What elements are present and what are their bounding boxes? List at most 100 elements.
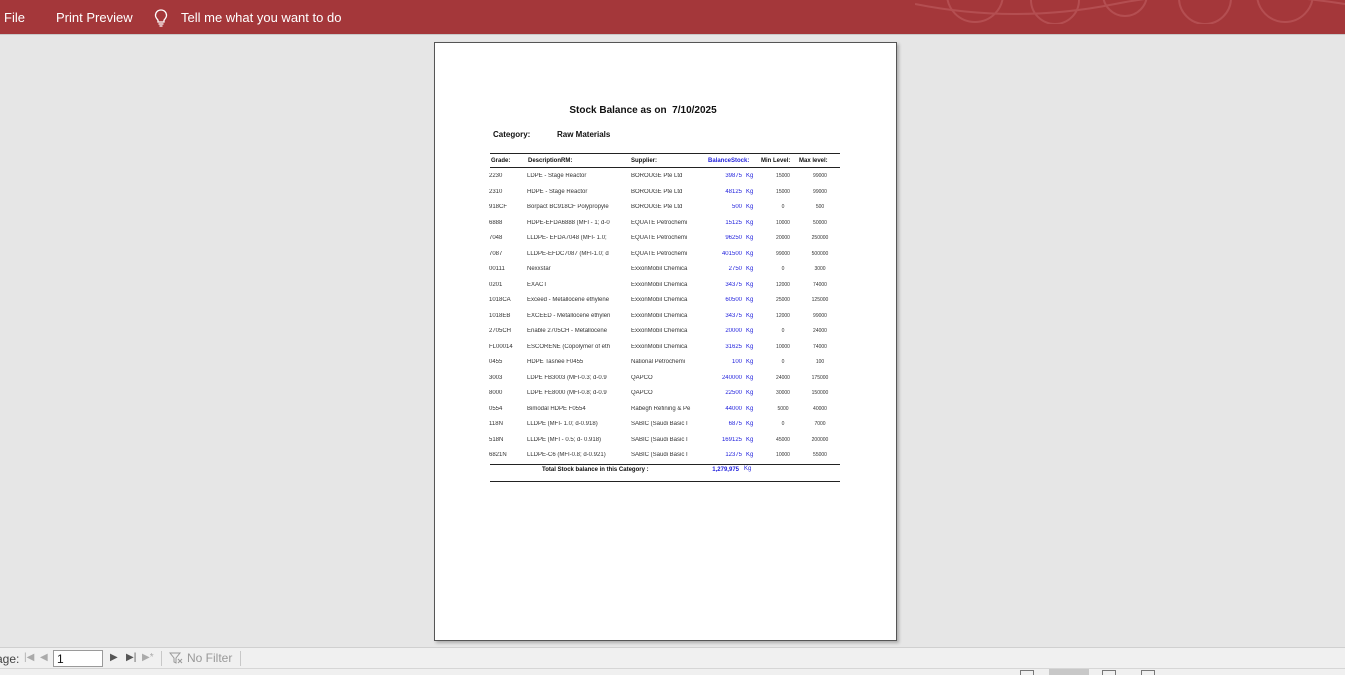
total-bottom-rule <box>490 481 840 482</box>
cell-supplier: BOROUGE Pte Ltd <box>631 188 683 195</box>
cell-balance: 22500 <box>725 390 742 396</box>
cell-min: 25000 <box>776 297 790 303</box>
cell-supplier: BOROUGE Pte Ltd <box>631 173 683 179</box>
cell-description: LLDPE-C6 (MFI-0.8; d-0.921) <box>527 452 606 458</box>
cell-unit: Kg <box>746 250 754 257</box>
cell-max: 55000 <box>813 452 827 458</box>
cell-unit: Kg <box>746 297 754 303</box>
table-row: 1018EB EXCEED - Metallocene ethylen ExxonM… <box>435 311 898 326</box>
cell-min: 99000 <box>776 250 790 257</box>
cell-unit: Kg <box>746 328 754 334</box>
layout-view-icon[interactable] <box>1049 669 1089 675</box>
cell-max: 3000 <box>814 266 826 272</box>
cell-min: 45000 <box>776 436 790 443</box>
cell-max: 250000 <box>811 235 829 241</box>
tell-me-search[interactable]: Tell me what you want to do <box>181 0 341 34</box>
cell-balance: 15125 <box>725 219 742 226</box>
table-row: 00111 Nexxstar ExxonMobil Chemica 2750 Kg 0 30… <box>435 264 898 279</box>
previous-page-icon[interactable]: ◀ <box>40 652 48 663</box>
cell-supplier: ExxonMobil Chemica <box>631 328 688 334</box>
cell-grade: 7048 <box>489 235 503 241</box>
cell-grade: 7087 <box>489 250 503 257</box>
cell-supplier: ExxonMobil Chemica <box>631 297 688 303</box>
cell-grade: 118N <box>489 421 503 427</box>
cell-description: EXCEED - Metallocene ethylen <box>527 312 611 319</box>
cell-max: 7000 <box>814 421 826 427</box>
cell-description: LDPE - Stage Reactor <box>527 173 587 179</box>
cell-supplier: National Petrochemi <box>631 359 686 365</box>
cell-description: Nexxstar <box>527 266 551 272</box>
cell-unit: Kg <box>746 204 754 210</box>
table-row: 0554 Bimodal HDPE F0554 Rabegh Refining & … <box>435 404 898 419</box>
cell-description: Borpact BC918CF Polypropyle <box>527 204 609 210</box>
cell-unit: Kg <box>746 266 754 272</box>
no-filter-label[interactable]: No Filter <box>187 651 232 665</box>
table-row: 6888 HDPE-EFDA6888 (MFI - 1; d-0 EQUATE Pe… <box>435 218 898 233</box>
cell-max: 74000 <box>813 281 827 288</box>
next-page-icon[interactable]: ▶ <box>110 652 118 663</box>
cell-grade: 2230 <box>489 173 503 179</box>
cell-max: 125000 <box>811 297 829 303</box>
cell-min: 12000 <box>776 281 790 288</box>
cell-grade: 518N <box>489 436 504 443</box>
print-preview-tab[interactable]: Print Preview <box>56 0 133 34</box>
cell-unit: Kg <box>746 405 754 412</box>
cell-supplier: ExxonMobil Chemica <box>631 281 688 288</box>
table-row: 2230 LDPE - Stage Reactor BOROUGE Pte Ltd 3… <box>435 171 898 186</box>
table-row: 3003 LDPE FB3003 (MFI-0.3; d-0.9 QAPCO 2400… <box>435 373 898 388</box>
cell-max: 200000 <box>811 436 829 443</box>
table-row: 6821N LLDPE-C6 (MFI-0.8; d-0.921) SABIC (S… <box>435 450 898 465</box>
page-label: age: <box>0 652 20 666</box>
cell-grade: 918CF <box>489 204 508 210</box>
cell-grade: 0455 <box>489 359 503 365</box>
cell-balance: 60500 <box>725 297 742 303</box>
cell-supplier: EQUATE Petrochemi <box>631 219 688 226</box>
file-tab[interactable]: File <box>4 0 25 34</box>
status-bar <box>0 668 1345 675</box>
cell-balance: 500 <box>731 204 742 210</box>
table-row: 2310 HDPE - Stage Reactor BOROUGE Pte Ltd 4… <box>435 187 898 202</box>
print-preview-view-icon[interactable] <box>1020 670 1034 675</box>
cell-unit: Kg <box>746 219 754 226</box>
cell-unit: Kg <box>746 343 754 350</box>
cell-unit: Kg <box>746 235 754 241</box>
cell-max: 500 <box>815 204 825 210</box>
cell-max: 99000 <box>813 188 827 195</box>
report-page: Stock Balance as on 7/10/2025 Category: … <box>434 42 897 641</box>
ribbon-bar: File Print Preview Tell me what you want… <box>0 0 1345 34</box>
cell-balance: 240000 <box>721 374 742 381</box>
cell-balance: 401500 <box>721 250 742 257</box>
cell-grade: FL00014 <box>489 343 513 350</box>
cell-unit: Kg <box>746 188 754 195</box>
first-page-icon[interactable]: |◀ <box>24 652 34 663</box>
page-number-input[interactable] <box>53 650 103 667</box>
lightbulb-icon <box>154 9 168 27</box>
single-page-icon[interactable] <box>1102 670 1116 675</box>
cell-supplier: BOROUGE Pte Ltd <box>631 204 683 210</box>
multi-page-icon[interactable] <box>1141 670 1155 675</box>
cell-balance: 100 <box>731 359 742 365</box>
cell-supplier: EQUATE Petrochemi <box>631 250 688 257</box>
table-row: 518N LLDPE (MFI - 0.5; d- 0.918) SABIC (Sa… <box>435 435 898 450</box>
total-top-rule <box>490 464 840 465</box>
cell-description: Exceed - Metallocene ethylene <box>527 297 610 303</box>
cell-min: 10000 <box>776 219 790 226</box>
header-bottom-rule <box>490 167 840 168</box>
no-filter-icon[interactable] <box>168 652 183 667</box>
new-record-icon[interactable]: ▶* <box>142 652 154 663</box>
cell-description: LDPE FB3003 (MFI-0.3; d-0.9 <box>527 374 607 381</box>
cell-max: 99000 <box>813 312 827 319</box>
nav-separator <box>240 651 241 666</box>
report-title: Stock Balance as on 7/10/2025 <box>569 105 717 116</box>
category-value: Raw Materials <box>557 130 611 139</box>
cell-unit: Kg <box>746 374 754 381</box>
cell-description: HDPE Tasnee F0455 <box>527 359 584 365</box>
last-page-icon[interactable]: ▶| <box>126 652 136 663</box>
cell-description: LDPE FE8000 (MFI-0.8; d-0.9 <box>527 390 607 396</box>
cell-supplier: SABIC (Saudi Basic I <box>631 421 688 427</box>
cell-supplier: ExxonMobil Chemica <box>631 343 688 350</box>
cell-supplier: SABIC (Saudi Basic I <box>631 452 688 458</box>
cell-min: 30000 <box>776 390 790 396</box>
record-navigation-bar: age: |◀ ◀ ▶ ▶| ▶* No Filter <box>0 647 1345 668</box>
column-header-grade: Grade: <box>491 158 511 164</box>
